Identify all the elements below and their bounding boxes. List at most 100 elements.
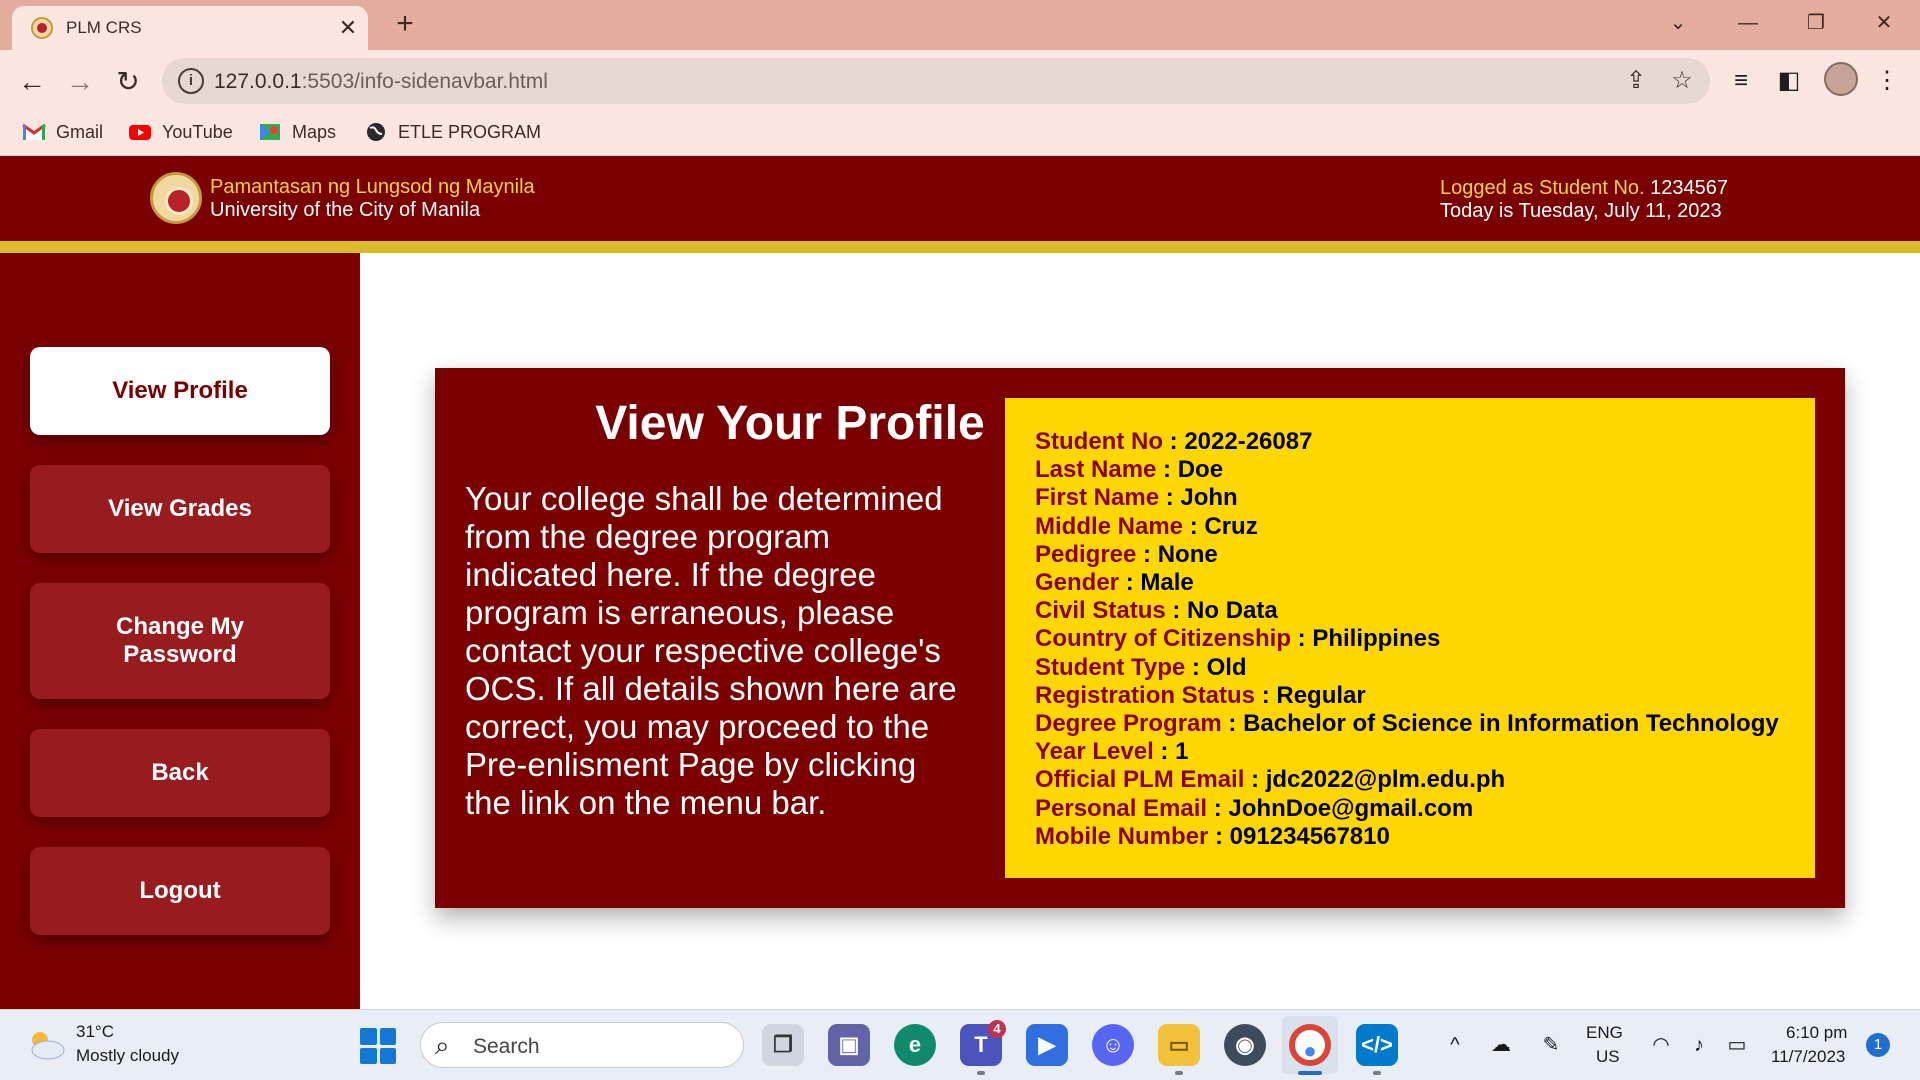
- browser-toolbar: ← → ↻ i 127.0.0.1:5503/info-sidenavbar.h…: [0, 50, 1920, 156]
- profile-field-separator: :: [1244, 766, 1266, 794]
- bookmark-gmail[interactable]: Gmail: [22, 118, 103, 146]
- profile-field-value: None: [1157, 540, 1218, 568]
- clock-time[interactable]: 6:10 pm: [1786, 1023, 1847, 1043]
- windows-start-icon[interactable]: [360, 1028, 396, 1064]
- battery-icon[interactable]: ▭: [1722, 1030, 1752, 1060]
- profile-field-separator: :: [1290, 625, 1313, 653]
- active-app-indicator: [1298, 1071, 1322, 1075]
- profile-row: Gender : Male: [1035, 569, 1785, 597]
- discord-icon[interactable]: ☺: [1092, 1024, 1134, 1066]
- profile-row: Student Type : Old: [1035, 654, 1785, 682]
- more-menu-icon[interactable]: ⋮: [1870, 64, 1904, 98]
- show-hidden-icons-chevron-icon[interactable]: ^: [1440, 1030, 1470, 1060]
- profile-field-separator: :: [1165, 597, 1188, 625]
- site-info-icon[interactable]: i: [178, 68, 204, 94]
- profile-field-value: Regular: [1276, 681, 1366, 709]
- teams-chat-icon[interactable]: ▣: [828, 1024, 870, 1066]
- side-panel-icon[interactable]: ◧: [1772, 64, 1806, 98]
- power-automate-icon[interactable]: ▶: [1026, 1024, 1068, 1066]
- bookmark-label: ETLE PROGRAM: [398, 121, 542, 142]
- profile-instructions: Your college shall be determined from th…: [465, 480, 957, 821]
- windows-taskbar: 31°C Mostly cloudy ⌕ Search ❐ ▣ e T 4 ▶ …: [0, 1009, 1920, 1080]
- profile-field-separator: :: [1208, 822, 1230, 850]
- profile-row: Registration Status : Regular: [1035, 682, 1785, 710]
- running-indicator: [1373, 1071, 1381, 1075]
- profile-field-separator: :: [1156, 456, 1178, 484]
- profile-field-value: Male: [1140, 569, 1194, 597]
- youtube-icon: [129, 125, 151, 140]
- change-password-button[interactable]: Change My Password: [30, 583, 330, 699]
- taskbar-search[interactable]: ⌕ Search: [420, 1022, 744, 1068]
- obs-icon[interactable]: ◉: [1224, 1024, 1266, 1066]
- profile-row: Degree Program : Bachelor of Science in …: [1035, 710, 1785, 738]
- close-tab-icon[interactable]: ✕: [334, 14, 362, 42]
- globe-icon: [367, 123, 385, 141]
- tab-search-chevron-icon[interactable]: ⌄: [1658, 8, 1698, 38]
- profile-field-label: Year Level: [1035, 738, 1154, 766]
- language-indicator[interactable]: ENG: [1586, 1023, 1623, 1043]
- profile-field-value: Old: [1206, 653, 1247, 681]
- gmail-icon: [22, 123, 46, 140]
- logout-button[interactable]: Logout: [30, 847, 330, 935]
- restore-icon[interactable]: ❐: [1796, 8, 1836, 38]
- view-profile-button[interactable]: View Profile: [30, 347, 330, 435]
- forward-arrow-icon[interactable]: →: [60, 62, 100, 102]
- profile-field-separator: :: [1162, 428, 1185, 455]
- profile-field-value: JohnDoe@gmail.com: [1228, 794, 1474, 822]
- profile-details: Student No : 2022-26087 Last Name : Doe Fi…: [1005, 398, 1815, 878]
- media-queue-icon[interactable]: ≡: [1724, 64, 1758, 98]
- logged-prefix: Logged as Student No.: [1440, 177, 1645, 199]
- vscode-icon[interactable]: </>: [1356, 1024, 1398, 1066]
- file-explorer-icon[interactable]: ▭: [1158, 1024, 1200, 1066]
- wifi-icon[interactable]: ◠: [1646, 1030, 1676, 1060]
- profile-field-label: First Name: [1035, 484, 1160, 512]
- profile-field-label: Country of Citizenship: [1035, 625, 1291, 653]
- volume-icon[interactable]: ♪: [1684, 1030, 1714, 1060]
- new-tab-button[interactable]: +: [388, 8, 422, 42]
- address-bar[interactable]: i 127.0.0.1:5503/info-sidenavbar.html ⇪ …: [162, 58, 1710, 104]
- plm-seal-logo: [150, 172, 202, 224]
- task-view-icon[interactable]: ❐: [762, 1024, 804, 1066]
- profile-row: Personal Email : JohnDoe@gmail.com: [1035, 795, 1785, 823]
- bookmark-youtube[interactable]: YouTube: [128, 118, 233, 146]
- url-host: 127.0.0.1: [214, 70, 302, 93]
- bookmark-maps[interactable]: Maps: [258, 118, 336, 146]
- edge-icon[interactable]: e: [894, 1024, 936, 1066]
- bookmark-label: Gmail: [56, 121, 104, 142]
- region-indicator[interactable]: US: [1596, 1047, 1620, 1067]
- browser-tabstrip: PLM CRS ✕ + ⌄ — ❐ ✕: [0, 0, 1920, 50]
- profile-field-label: Student Type: [1035, 653, 1186, 681]
- weather-description[interactable]: Mostly cloudy: [76, 1046, 179, 1066]
- back-button[interactable]: Back: [30, 729, 330, 817]
- profile-field-value: 1: [1175, 738, 1189, 766]
- clock-date[interactable]: 11/7/2023: [1771, 1047, 1845, 1067]
- profile-field-separator: :: [1207, 794, 1229, 822]
- weather-temperature[interactable]: 31°C: [76, 1022, 114, 1042]
- bookmark-star-icon[interactable]: ☆: [1668, 67, 1696, 95]
- minimize-icon[interactable]: —: [1728, 8, 1768, 38]
- browser-tab[interactable]: PLM CRS ✕: [12, 6, 368, 50]
- bookmark-etle-program[interactable]: ETLE PROGRAM: [364, 118, 541, 146]
- profile-row: Pedigree : None: [1035, 541, 1785, 569]
- url-text[interactable]: 127.0.0.1:5503/info-sidenavbar.html: [214, 70, 548, 94]
- onedrive-cloud-icon[interactable]: ☁: [1484, 1030, 1518, 1060]
- notification-badge[interactable]: 1: [1866, 1033, 1890, 1057]
- bookmarks-bar: Gmail YouTube Maps ETLE PROGRAM: [0, 112, 1920, 152]
- profile-row: Mobile Number : 091234567810: [1035, 823, 1785, 851]
- view-grades-button[interactable]: View Grades: [30, 465, 330, 553]
- pen-menu-icon[interactable]: ✎: [1534, 1030, 1568, 1060]
- profile-field-separator: :: [1255, 681, 1277, 709]
- url-path: :5503/info-sidenavbar.html: [301, 70, 548, 93]
- share-icon[interactable]: ⇪: [1622, 67, 1650, 95]
- reload-icon[interactable]: ↻: [108, 62, 148, 102]
- profile-avatar[interactable]: [1824, 62, 1858, 96]
- close-window-icon[interactable]: ✕: [1864, 8, 1904, 38]
- profile-field-label: Degree Program: [1035, 710, 1222, 738]
- university-name-local: Pamantasan ng Lungsod ng Maynila: [210, 176, 535, 198]
- bookmark-label: YouTube: [162, 121, 233, 142]
- profile-field-label: Middle Name: [1035, 512, 1184, 540]
- back-arrow-icon[interactable]: ←: [12, 62, 52, 102]
- maps-icon: [260, 124, 280, 140]
- running-indicator: [977, 1071, 985, 1075]
- chrome-icon[interactable]: ●: [1289, 1024, 1331, 1066]
